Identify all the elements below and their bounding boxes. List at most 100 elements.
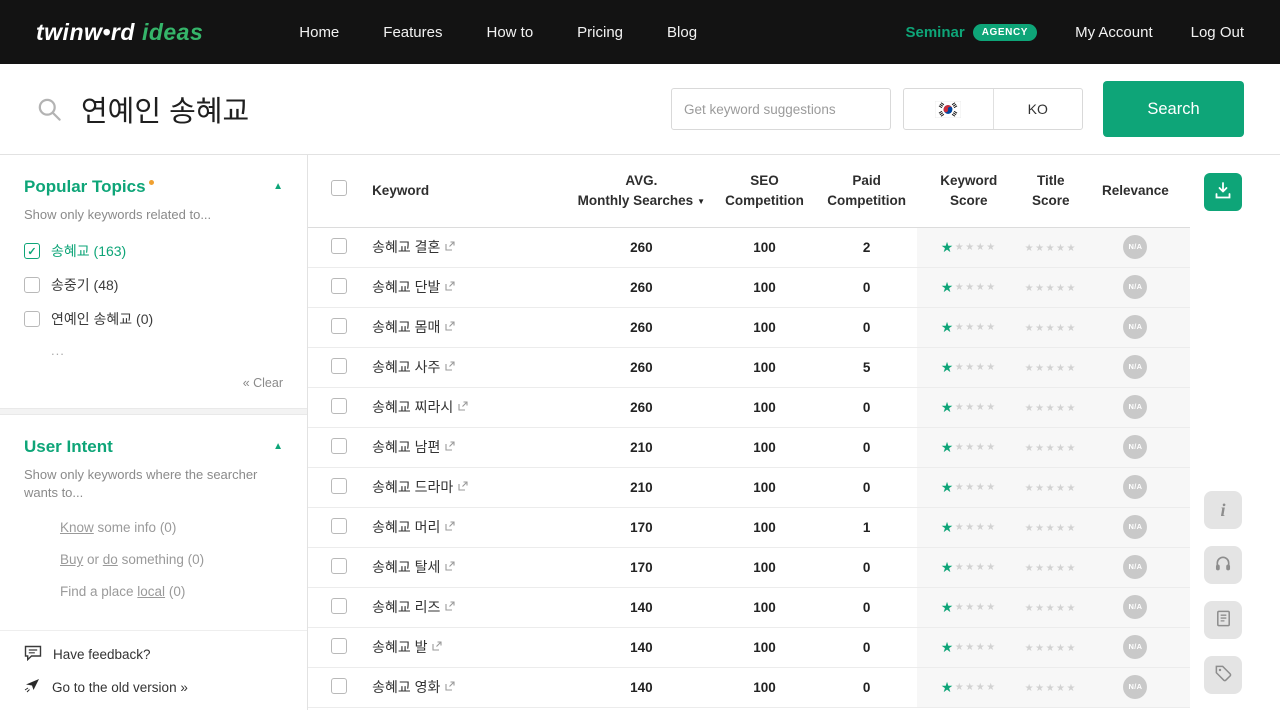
topic-checkbox[interactable]: ✓ [24,243,40,260]
topic-item[interactable]: 송중기 (48) [24,275,283,295]
intent-item[interactable]: Know some info (0) [60,520,283,535]
relevance-badge: N/A [1123,395,1148,419]
star-icon: ★ [975,281,987,293]
keyword-link[interactable]: 송혜교 찌라시 [372,399,453,415]
news-button[interactable] [1204,601,1242,639]
topic-item[interactable]: ✓ 송혜교 (163) [24,241,283,261]
language-selector[interactable]: KO [903,88,1083,130]
col-keyword-score[interactable]: Keyword Score [916,155,1021,228]
intent-item[interactable]: Buy or do something (0) [60,552,283,567]
external-link-icon[interactable] [445,441,455,451]
star-icon: ★ [940,678,955,695]
external-link-icon[interactable] [445,561,455,571]
keyword-link[interactable]: 송혜교 결혼 [372,239,440,255]
row-checkbox[interactable] [331,477,348,494]
collapse-arrow-icon[interactable]: ▲ [273,177,283,192]
external-link-icon[interactable] [445,241,455,251]
row-checkbox[interactable] [331,437,348,454]
col-seo-competition[interactable]: SEO Competition [712,155,817,228]
sort-desc-icon[interactable]: ▼ [697,197,705,206]
nav-item-how-to[interactable]: How to [486,24,533,41]
language-code[interactable]: KO [994,89,1083,129]
row-checkbox[interactable] [331,357,348,374]
external-link-icon[interactable] [445,321,455,331]
col-relevance[interactable]: Relevance [1080,155,1190,228]
keyword-suggestions-input[interactable] [671,88,891,130]
row-checkbox[interactable] [331,397,348,414]
relevance-cell: N/A [1080,307,1190,348]
row-checkbox[interactable] [331,637,348,654]
collapse-arrow-icon[interactable]: ▲ [273,437,283,452]
external-link-icon[interactable] [458,401,468,411]
download-button[interactable] [1204,173,1242,211]
search-button[interactable]: Search [1103,81,1244,137]
col-avg-monthly-searches[interactable]: AVG. Monthly Searches ▼ [570,155,713,228]
clear-topics-link[interactable]: « Clear [243,376,283,390]
seo-competition-cell: 100 [712,307,817,348]
search-query[interactable]: 연예인 송혜교 [81,88,249,130]
topic-checkbox[interactable] [24,277,40,294]
col-keyword[interactable]: Keyword [370,155,571,228]
intent-item[interactable]: Find a place local (0) [60,584,283,599]
topic-checkbox[interactable] [24,311,40,328]
user-intent-title: User Intent [24,436,113,456]
keyword-table: Keyword AVG. Monthly Searches ▼ SEO Compet… [308,155,1190,710]
row-checkbox[interactable] [331,677,348,694]
keyword-link[interactable]: 송혜교 사주 [372,359,440,375]
external-link-icon[interactable] [445,681,455,691]
row-checkbox[interactable] [331,237,348,254]
relevance-cell: N/A [1080,587,1190,628]
external-link-icon[interactable] [445,281,455,291]
row-checkbox[interactable] [331,557,348,574]
nav-item-home[interactable]: Home [299,24,339,41]
logo[interactable]: twinw•rd ideas [36,19,203,46]
keyword-link[interactable]: 송혜교 영화 [372,679,440,695]
keyword-link[interactable]: 송혜교 남편 [372,439,440,455]
external-link-icon[interactable] [445,521,455,531]
popular-topics-panel: Popular Topics ▲ Show only keywords rela… [0,155,307,408]
more-topics-link[interactable]: ... [51,343,283,358]
keyword-link[interactable]: 송혜교 발 [372,639,427,655]
row-checkbox[interactable] [331,317,348,334]
topic-item[interactable]: 연예인 송혜교 (0) [24,309,283,329]
table-row: 송혜교 찌라시 260 100 0 ★★★★★ ★★★★★ N/A [308,387,1190,428]
old-version-link[interactable]: Go to the old version » [24,678,283,696]
nav-item-my-account[interactable]: My Account [1075,24,1153,41]
table-row: 송혜교 남편 210 100 0 ★★★★★ ★★★★★ N/A [308,427,1190,468]
feedback-link[interactable]: Have feedback? [24,645,283,664]
tag-button[interactable] [1204,656,1242,694]
keyword-link[interactable]: 송혜교 머리 [372,519,440,535]
nav-item-log-out[interactable]: Log Out [1191,24,1244,41]
star-icon: ★ [965,561,976,573]
avg-monthly-searches-cell: 260 [570,387,713,428]
star-icon: ★ [975,481,987,493]
star-icon: ★ [940,438,955,455]
nav-item-blog[interactable]: Blog [667,24,697,41]
select-all-checkbox[interactable] [331,179,348,196]
col-title-score[interactable]: Title Score [1020,155,1081,228]
support-button[interactable] [1204,546,1242,584]
info-button[interactable]: i [1204,491,1242,529]
star-icon: ★ [1035,682,1046,694]
nav-item-features[interactable]: Features [383,24,442,41]
avg-monthly-searches-cell: 170 [570,547,713,588]
star-icon: ★ [1056,362,1067,374]
keyword-link[interactable]: 송혜교 드라마 [372,479,453,495]
star-icon: ★ [975,641,987,653]
keyword-link[interactable]: 송혜교 몸매 [372,319,440,335]
popular-topics-subtitle: Show only keywords related to... [24,207,212,222]
row-checkbox[interactable] [331,277,348,294]
col-paid-competition[interactable]: Paid Competition [816,155,917,228]
external-link-icon[interactable] [445,601,455,611]
nav-item-pricing[interactable]: Pricing [577,24,623,41]
external-link-icon[interactable] [458,481,468,491]
star-icon: ★ [1024,282,1036,294]
keyword-link[interactable]: 송혜교 리즈 [372,599,440,615]
keyword-link[interactable]: 송혜교 탈세 [372,559,440,575]
external-link-icon[interactable] [432,641,443,651]
external-link-icon[interactable] [445,361,455,371]
keyword-link[interactable]: 송혜교 단발 [372,279,440,295]
nav-item-seminar[interactable]: Seminar AGENCY [905,23,1038,41]
row-checkbox[interactable] [331,597,348,614]
row-checkbox[interactable] [331,517,348,534]
